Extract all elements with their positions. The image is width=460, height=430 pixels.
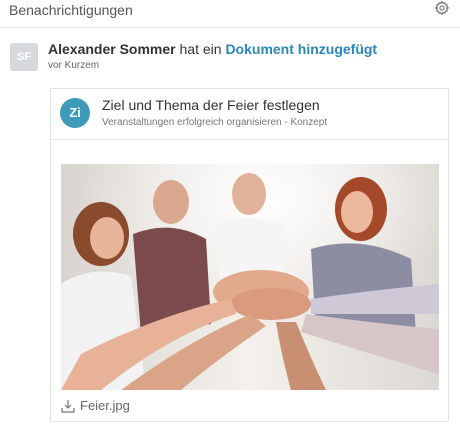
document-title[interactable]: Ziel und Thema der Feier festlegen [102,97,320,113]
activity-text: Alexander Sommer hat ein Dokument hinzug… [48,41,377,57]
document-avatar: Zi [60,98,90,128]
document-subtitle: Veranstaltungen erfolgreich organisieren… [102,117,328,128]
document-link[interactable]: Dokument hinzugefügt [225,41,377,57]
download-icon[interactable] [60,398,76,414]
document-card[interactable]: Zi Ziel und Thema der Feier festlegen Ve… [50,88,449,422]
user-avatar[interactable]: SF [10,43,38,71]
gear-icon[interactable] [434,0,450,16]
notifications-header: Benachrichtigungen [0,0,460,28]
actor-name[interactable]: Alexander Sommer [48,41,176,57]
timestamp: vor Kurzem [48,60,100,71]
attachment-name[interactable]: Feier.jpg [80,398,130,413]
document-card-header[interactable]: Zi Ziel und Thema der Feier festlegen Ve… [51,89,448,140]
image-preview[interactable] [61,164,439,390]
activity-verb: hat ein [179,41,222,57]
page-title: Benachrichtigungen [9,2,133,18]
